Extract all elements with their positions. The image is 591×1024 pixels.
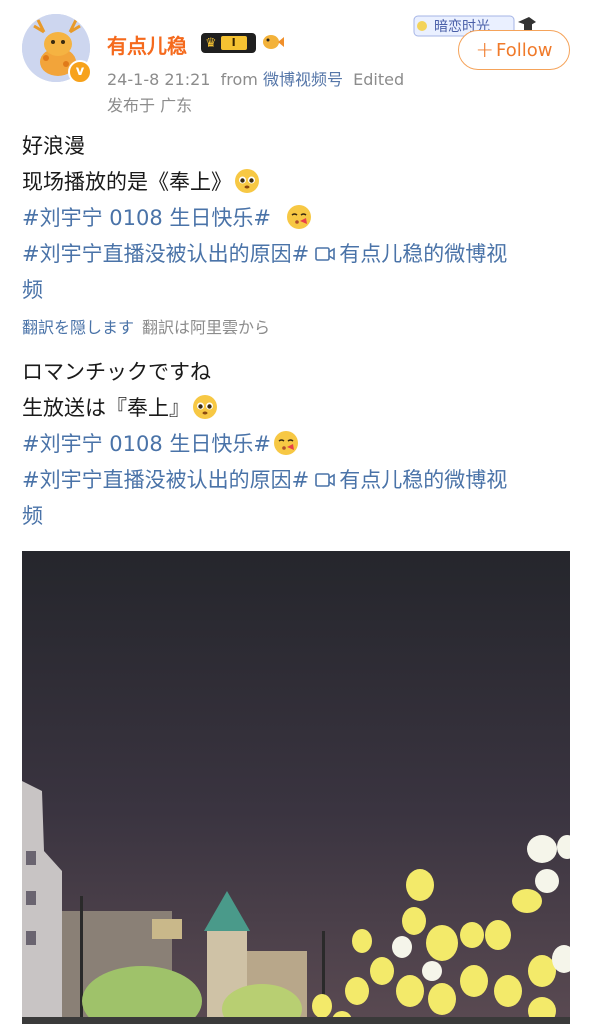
translation-bar: 翻訳を隠します 翻訳は阿里雲から — [22, 314, 270, 338]
post-line: #刘宇宁 0108 生日快乐# — [22, 200, 574, 236]
hashtag-birthday[interactable]: #刘宇宁 0108 生日快乐# — [22, 432, 271, 456]
weibo-post: v 有点儿稳 ♛ I 24-1-8 21:21 from 微博视频号 Edite… — [0, 0, 591, 1024]
post-line: 好浪漫 — [22, 134, 85, 158]
post-location: 发布于 广东 — [107, 96, 193, 115]
follow-button[interactable]: + Follow — [458, 30, 570, 70]
post-source-link[interactable]: 微博视频号 — [263, 70, 343, 89]
avatar[interactable]: v — [22, 14, 92, 84]
level-label: I — [220, 36, 247, 50]
video-link[interactable]: 有点儿稳的微博视 — [339, 468, 507, 492]
video-link[interactable]: 有点儿稳的微博视 — [339, 242, 507, 266]
face-blowing-kiss-emoji-icon — [287, 205, 312, 229]
post-line: 现场播放的是《奉上》 — [22, 164, 574, 200]
hashtag-birthday[interactable]: #刘宇宁 0108 生日快乐# — [22, 206, 271, 230]
video-frame — [22, 551, 570, 1024]
post-line: 生放送は『奉上』 — [22, 390, 574, 426]
username[interactable]: 有点儿稳 — [107, 30, 187, 59]
post-line-text: 现场播放的是《奉上》 — [22, 170, 232, 194]
post-line: #刘宇宁直播没被认出的原因# 有点儿稳的微博视频 — [22, 462, 574, 534]
post-line-text: 生放送は『奉上』 — [22, 396, 190, 420]
post-text-translated: ロマンチックですね 生放送は『奉上』 #刘宇宁 0108 生日快乐# #刘宇宁直… — [22, 354, 574, 534]
post-line: ロマンチックですね — [22, 360, 211, 384]
hashtag-livestream[interactable]: #刘宇宁直播没被认出的原因# — [22, 242, 309, 266]
level-badge: ♛ I — [201, 33, 256, 53]
follow-label: Follow — [495, 39, 553, 61]
from-label: from — [220, 70, 258, 89]
crown-icon: ♛ — [205, 35, 217, 51]
post-line: #刘宇宁直播没被认出的原因# 有点儿稳的微博视频 — [22, 236, 574, 308]
verified-badge-icon: v — [68, 60, 92, 84]
edited-label[interactable]: Edited — [353, 70, 404, 89]
video-link-tail[interactable]: 频 — [22, 504, 43, 528]
pleading-face-emoji-icon — [235, 169, 259, 193]
post-meta: 24-1-8 21:21 from 微博视频号 Edited — [107, 66, 404, 90]
video-link-tail[interactable]: 频 — [22, 278, 43, 302]
video-link-icon — [315, 247, 336, 261]
puffer-fish-icon — [263, 35, 284, 49]
video-link-icon — [315, 473, 336, 487]
video-player[interactable] — [22, 551, 570, 1024]
pleading-face-emoji-icon — [193, 395, 217, 419]
post-line: #刘宇宁 0108 生日快乐# — [22, 426, 574, 462]
post-date: 24-1-8 21:21 — [107, 70, 211, 89]
post-text-original: 好浪漫 现场播放的是《奉上》 #刘宇宁 0108 生日快乐# #刘宇宁直播没被认… — [22, 128, 574, 308]
face-blowing-kiss-emoji-icon — [274, 431, 298, 455]
plus-icon: + — [475, 37, 494, 63]
translation-credit: 翻訳は阿里雲から — [142, 318, 271, 337]
hashtag-livestream[interactable]: #刘宇宁直播没被认出的原因# — [22, 468, 309, 492]
hide-translation-link[interactable]: 翻訳を隠します — [22, 318, 134, 337]
